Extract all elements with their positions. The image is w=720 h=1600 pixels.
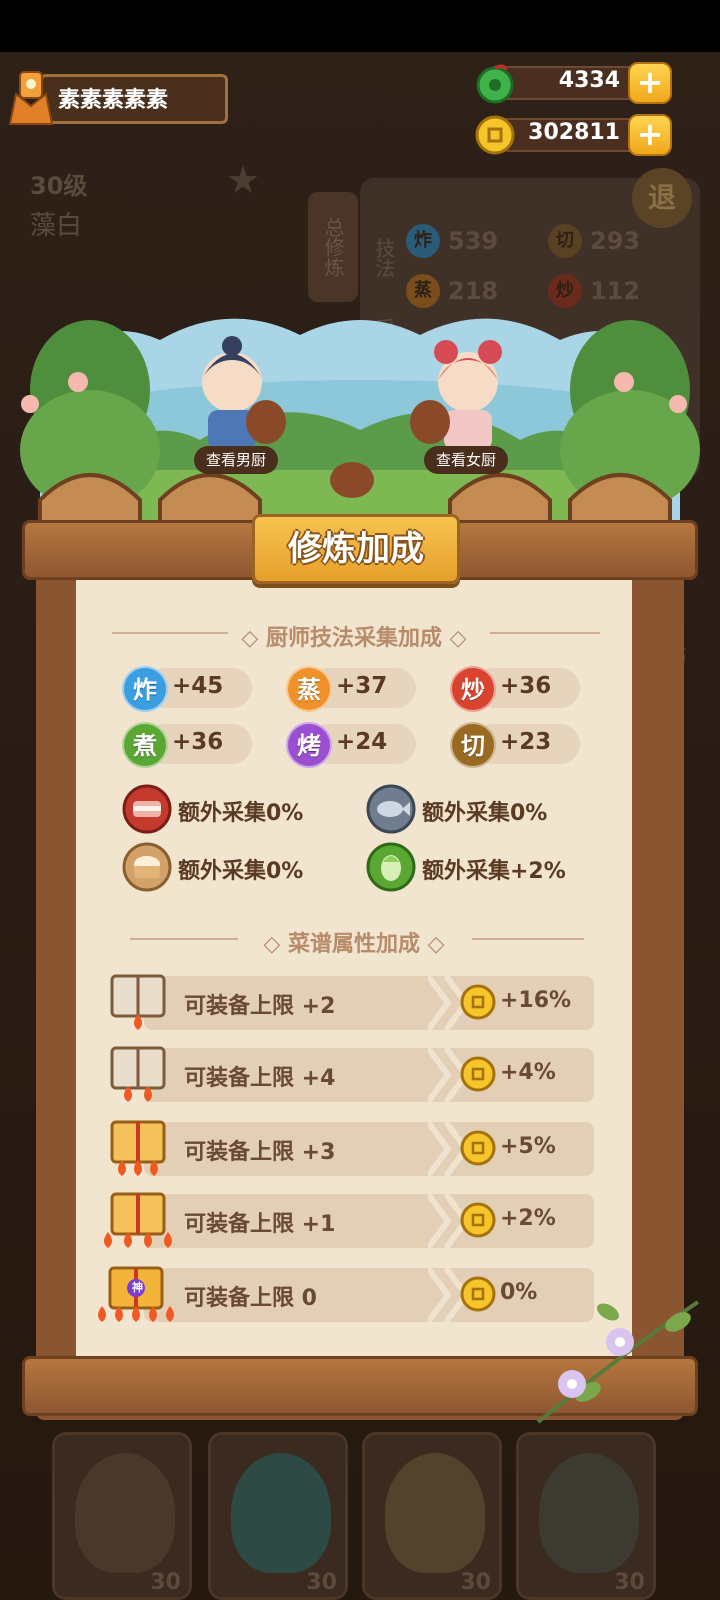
skill-bonus-value: +23 <box>500 729 552 755</box>
jade-gem-icon <box>476 64 514 104</box>
fish-icon <box>366 784 416 834</box>
fry-icon: 炸 <box>406 224 440 258</box>
recipe-tier-bonus: +4% <box>500 1060 556 1085</box>
recipe-tier-bonus: +5% <box>500 1134 556 1159</box>
chef-card: 30 <box>208 1432 348 1600</box>
skill-bonus-cut: 切 +23 <box>450 722 580 768</box>
chef-rank-icon <box>8 71 54 125</box>
gold-coin-icon <box>460 1202 496 1238</box>
player-name: 素素素素素 <box>58 88 169 113</box>
skill-bonus-roast: 烤 +24 <box>286 722 416 768</box>
chef-card-level: 30 <box>614 1570 645 1595</box>
background-stat-value: 539 <box>448 227 499 255</box>
meat-icon <box>122 784 172 834</box>
background-skills-label: 技法 <box>372 238 396 278</box>
extra-collect-label: 额外采集0% <box>178 801 304 826</box>
recipe-tier-row: 可装备上限 +4 +4% <box>108 1046 594 1104</box>
skill-bonus-value: +24 <box>336 729 388 755</box>
recipe-tier-label: 可装备上限 +3 <box>184 1140 336 1165</box>
background-training-tab: 总修炼 <box>308 192 358 302</box>
gold-coin-icon <box>460 1130 496 1166</box>
skill-bonus-steam: 蒸 +37 <box>286 666 416 712</box>
background-stat: 炸 539 <box>404 224 538 258</box>
diamond-icon: ◇ <box>241 626 266 651</box>
roast-icon: 烤 <box>286 722 332 768</box>
garden-banner <box>20 318 700 530</box>
add-coins-button[interactable]: + <box>628 114 672 156</box>
skill-bonus-value: +45 <box>172 673 224 699</box>
view-female-chef-button[interactable]: 查看女厨 <box>424 446 509 474</box>
chef-portrait <box>231 1453 331 1573</box>
skill-bonus-stir-fry: 炒 +36 <box>450 666 580 712</box>
coin-counter: 302811 + <box>474 114 672 156</box>
panel-title: 修炼加成 <box>288 529 424 569</box>
gold-coin-icon <box>460 1056 496 1092</box>
gold-coin-icon <box>475 115 515 155</box>
diamond-icon: ◇ <box>263 932 288 957</box>
recipe-scroll-4-flame-icon <box>104 1192 172 1248</box>
skill-bonus-value: +37 <box>336 673 388 699</box>
stir-fry-icon: 炒 <box>450 666 496 712</box>
recipe-tier-row: 可装备上限 +2 +16% <box>108 974 594 1032</box>
recipe-scroll-5-flame-icon <box>98 1266 174 1322</box>
extra-collect-label: 额外采集+2% <box>422 859 566 884</box>
chef-card-level: 30 <box>306 1570 337 1595</box>
jade-counter: 4334 + <box>474 62 672 104</box>
recipe-tier-row: 可装备上限 +1 +2% <box>104 1192 594 1250</box>
recipe-tier-label: 可装备上限 0 <box>184 1286 317 1311</box>
flower-branch-decor <box>536 1300 700 1424</box>
chef-portrait <box>385 1453 485 1573</box>
status-bar <box>0 0 720 52</box>
cut-icon: 切 <box>450 722 496 768</box>
background-stat-value: 293 <box>590 227 641 255</box>
recipe-tier-label: 可装备上限 +1 <box>184 1212 336 1237</box>
gold-coin-icon <box>460 984 496 1020</box>
vegetable-icon <box>366 842 416 892</box>
jade-amount: 4334 <box>558 68 620 93</box>
recipe-tier-row: 可装备上限 +3 +5% <box>108 1120 594 1178</box>
extra-collect-label: 额外采集0% <box>422 801 548 826</box>
skill-bonus-section-title: ◇ 厨师技法采集加成 ◇ <box>241 626 467 651</box>
extra-collect-label: 额外采集0% <box>178 859 304 884</box>
chef-card: 30 <box>362 1432 502 1600</box>
coin-amount: 302811 <box>528 120 620 145</box>
gold-coin-icon <box>460 1276 496 1312</box>
boil-icon: 煮 <box>122 722 168 768</box>
background-stat: 切 293 <box>546 224 680 258</box>
diamond-icon: ◇ <box>442 626 467 651</box>
steam-icon: 蒸 <box>286 666 332 712</box>
skill-bonus-value: +36 <box>172 729 224 755</box>
panel-title-plate: 修炼加成 <box>252 514 460 584</box>
recipe-tier-row: 神 可装备上限 0 0% <box>98 1266 594 1324</box>
player-name-plate[interactable]: 素素素素素 <box>6 66 228 128</box>
diamond-icon: ◇ <box>420 932 445 957</box>
recipe-scroll-3-flame-icon <box>110 1120 166 1176</box>
chef-card-level: 30 <box>150 1570 181 1595</box>
recipe-bonus-section-title: ◇ 菜谱属性加成 ◇ <box>263 932 445 957</box>
flour-icon <box>122 842 172 892</box>
chef-card-level: 30 <box>460 1570 491 1595</box>
divine-seal-text: 神 <box>132 1281 143 1294</box>
chef-portrait <box>75 1453 175 1573</box>
cut-icon: 切 <box>548 224 582 258</box>
add-jade-button[interactable]: + <box>628 62 672 104</box>
recipe-scroll-1-flame-icon <box>110 974 166 1030</box>
background-chef-level: 30级 <box>30 172 88 200</box>
background-exit-button: 退 <box>632 168 692 228</box>
recipe-tier-bonus: +16% <box>500 988 572 1013</box>
recipe-tier-bonus: +2% <box>500 1206 556 1231</box>
recipe-tier-label: 可装备上限 +2 <box>184 994 336 1019</box>
chef-portrait <box>539 1453 639 1573</box>
background-chef-name: 藻白 <box>30 211 83 241</box>
recipe-scroll-2-flame-icon <box>110 1046 166 1102</box>
chef-card: 30 <box>52 1432 192 1600</box>
skill-bonus-value: +36 <box>500 673 552 699</box>
fry-icon: 炸 <box>122 666 168 712</box>
view-male-chef-button[interactable]: 查看男厨 <box>194 446 279 474</box>
chef-card: 30 <box>516 1432 656 1600</box>
skill-bonus-fry: 炸 +45 <box>122 666 252 712</box>
skill-bonus-boil: 煮 +36 <box>122 722 252 768</box>
star-icon: ★ <box>226 158 261 202</box>
recipe-tier-label: 可装备上限 +4 <box>184 1066 336 1091</box>
